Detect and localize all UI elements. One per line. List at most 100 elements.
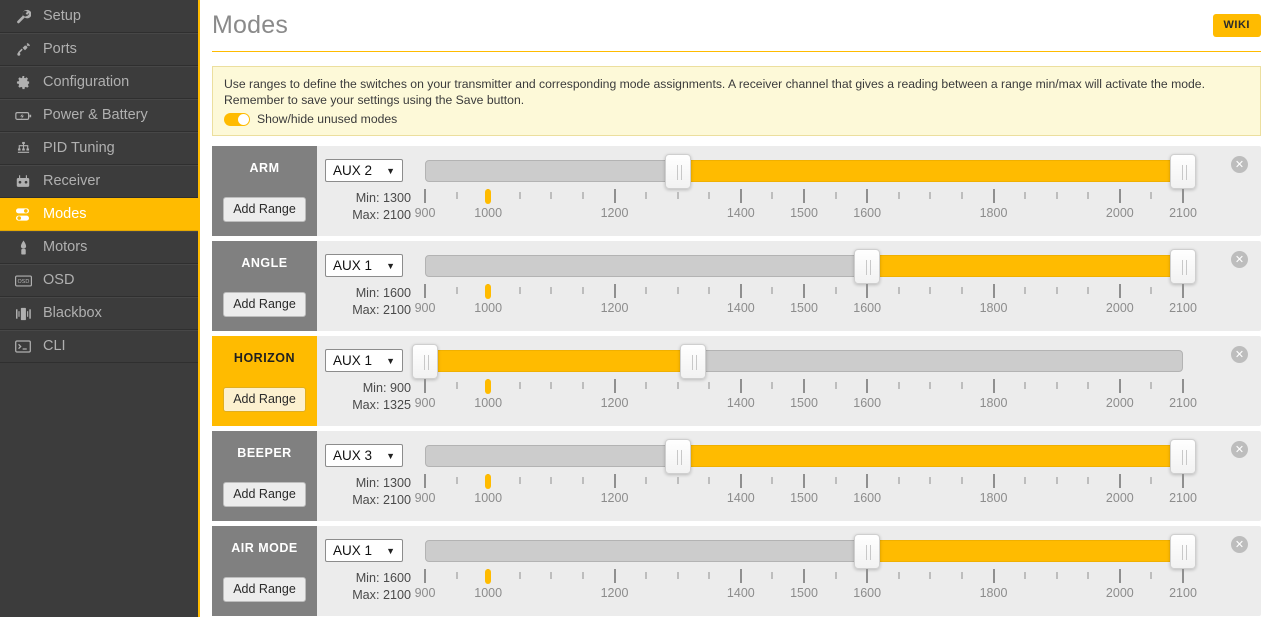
- slider-handle-max[interactable]: [1170, 439, 1196, 474]
- sidebar-item-pid-tuning[interactable]: PID Tuning: [0, 132, 198, 165]
- channel-select[interactable]: AUX 2▼: [325, 159, 403, 182]
- slider-handle-max[interactable]: [1170, 249, 1196, 284]
- range-scale: 90010001200140015001600180020002100: [425, 569, 1183, 613]
- chevron-down-icon: ▼: [386, 261, 395, 271]
- blackbox-icon: [12, 306, 34, 322]
- channel-select[interactable]: AUX 3▼: [325, 444, 403, 467]
- scale-tick-minor: [1024, 477, 1026, 484]
- scale-tick-major: [1182, 284, 1184, 298]
- sidebar-item-modes[interactable]: Modes: [0, 198, 198, 231]
- scale-tick-major: [740, 474, 742, 488]
- mode-range-area: AUX 1▼Min: 900Max: 132590010001200140015…: [317, 336, 1261, 426]
- scale-tick-minor: [1087, 382, 1089, 389]
- scale-tick-minor: [582, 477, 584, 484]
- sidebar-item-power-battery[interactable]: Power & Battery: [0, 99, 198, 132]
- delete-range-button[interactable]: ✕: [1231, 251, 1248, 268]
- show-hide-unused-modes-toggle[interactable]: [224, 113, 250, 126]
- delete-range-button[interactable]: ✕: [1231, 441, 1248, 458]
- sidebar-item-configuration[interactable]: Configuration: [0, 66, 198, 99]
- wiki-button[interactable]: WIKI: [1213, 14, 1261, 37]
- sidebar-item-blackbox[interactable]: Blackbox: [0, 297, 198, 330]
- scale-tick-label: 1500: [790, 491, 818, 505]
- channel-value-marker: [485, 569, 491, 584]
- add-range-button[interactable]: Add Range: [223, 482, 306, 507]
- range-min-value: Min: 1300: [317, 475, 411, 492]
- slider-handle-min[interactable]: [854, 249, 880, 284]
- scale-tick-minor: [645, 382, 647, 389]
- range-minmax: Min: 1600Max: 2100: [317, 285, 411, 319]
- slider-handle-min[interactable]: [665, 439, 691, 474]
- scale-tick-label: 1600: [853, 396, 881, 410]
- scale-tick-label: 1200: [601, 206, 629, 220]
- sidebar-item-osd[interactable]: OSDOSD: [0, 264, 198, 297]
- scale-tick-minor: [708, 382, 710, 389]
- slider-range-fill: [867, 255, 1183, 277]
- scale-tick-minor: [550, 477, 552, 484]
- channel-select-value: AUX 1: [333, 353, 372, 368]
- slider-handle-min[interactable]: [665, 154, 691, 189]
- scale-tick-minor: [898, 287, 900, 294]
- slider-range-fill: [678, 160, 1183, 182]
- scale-tick-major: [803, 379, 805, 393]
- scale-tick-minor: [929, 287, 931, 294]
- slider-handle-max[interactable]: [680, 344, 706, 379]
- scale-tick-minor: [771, 477, 773, 484]
- range-min-value: Min: 1600: [317, 570, 411, 587]
- range-slider[interactable]: 90010001200140015001600180020002100: [425, 336, 1183, 426]
- scale-tick-label: 900: [415, 206, 436, 220]
- scale-tick-major: [614, 379, 616, 393]
- sidebar-item-receiver[interactable]: Receiver: [0, 165, 198, 198]
- sidebar-item-label: PID Tuning: [43, 141, 115, 156]
- range-slider[interactable]: 90010001200140015001600180020002100: [425, 241, 1183, 331]
- range-scale: 90010001200140015001600180020002100: [425, 284, 1183, 328]
- scale-tick-label: 1000: [474, 396, 502, 410]
- scale-tick-label: 1000: [474, 206, 502, 220]
- scale-tick-minor: [708, 192, 710, 199]
- scale-tick-major: [740, 189, 742, 203]
- scale-tick-minor: [456, 572, 458, 579]
- add-range-button[interactable]: Add Range: [223, 387, 306, 412]
- slider-handle-min[interactable]: [854, 534, 880, 569]
- scale-tick-minor: [961, 572, 963, 579]
- channel-value-marker: [485, 474, 491, 489]
- scale-tick-major: [1119, 569, 1121, 583]
- mode-row: HORIZONAdd RangeAUX 1▼Min: 900Max: 13259…: [212, 336, 1261, 426]
- range-slider[interactable]: 90010001200140015001600180020002100: [425, 431, 1183, 521]
- range-slider[interactable]: 90010001200140015001600180020002100: [425, 526, 1183, 616]
- scale-tick-major: [803, 474, 805, 488]
- scale-tick-minor: [835, 287, 837, 294]
- channel-select[interactable]: AUX 1▼: [325, 254, 403, 277]
- scale-tick-major: [424, 189, 426, 203]
- delete-range-button[interactable]: ✕: [1231, 536, 1248, 553]
- scale-tick-minor: [1056, 382, 1058, 389]
- add-range-button[interactable]: Add Range: [223, 577, 306, 602]
- add-range-button[interactable]: Add Range: [223, 292, 306, 317]
- sidebar-item-setup[interactable]: Setup: [0, 0, 198, 33]
- delete-range-button[interactable]: ✕: [1231, 346, 1248, 363]
- scale-tick-label: 1500: [790, 206, 818, 220]
- add-range-button[interactable]: Add Range: [223, 197, 306, 222]
- scale-tick-minor: [677, 572, 679, 579]
- range-slider[interactable]: 90010001200140015001600180020002100: [425, 146, 1183, 236]
- scale-tick-minor: [1150, 477, 1152, 484]
- delete-range-button[interactable]: ✕: [1231, 156, 1248, 173]
- range-minmax: Min: 1600Max: 2100: [317, 570, 411, 604]
- scale-tick-minor: [961, 477, 963, 484]
- slider-handle-min[interactable]: [412, 344, 438, 379]
- mode-name: ARM: [250, 161, 280, 175]
- show-hide-unused-modes-row[interactable]: Show/hide unused modes: [224, 111, 1249, 127]
- sidebar-item-motors[interactable]: Motors: [0, 231, 198, 264]
- scale-tick-minor: [1024, 287, 1026, 294]
- scale-tick-label: 1200: [601, 301, 629, 315]
- scale-tick-label: 900: [415, 586, 436, 600]
- scale-tick-minor: [1056, 572, 1058, 579]
- scale-tick-label: 1800: [980, 491, 1008, 505]
- sidebar-item-ports[interactable]: Ports: [0, 33, 198, 66]
- scale-tick-minor: [582, 192, 584, 199]
- channel-select[interactable]: AUX 1▼: [325, 349, 403, 372]
- sidebar-item-label: Configuration: [43, 75, 129, 90]
- slider-handle-max[interactable]: [1170, 534, 1196, 569]
- channel-select[interactable]: AUX 1▼: [325, 539, 403, 562]
- slider-handle-max[interactable]: [1170, 154, 1196, 189]
- sidebar-item-cli[interactable]: CLI: [0, 330, 198, 363]
